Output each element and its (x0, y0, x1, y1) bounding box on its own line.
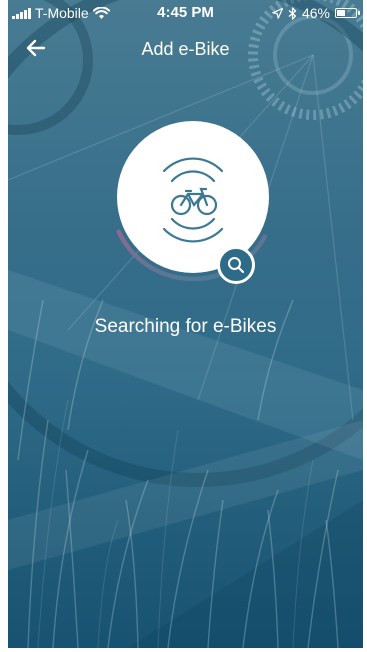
battery-percent: 46% (301, 5, 330, 21)
search-badge (217, 246, 255, 284)
page-title: Add e-Bike (141, 39, 230, 59)
scanner-graphic (104, 112, 274, 292)
battery-fill (337, 10, 345, 16)
bluetooth-icon (288, 6, 297, 20)
nav-bar: Add e-Bike (8, 30, 363, 66)
location-icon (272, 7, 283, 19)
search-icon (228, 257, 245, 274)
battery-icon (335, 8, 360, 18)
status-bar: T-Mobile 4:45 PM 46% (8, 0, 363, 26)
searching-status-text: Searching for e-Bikes (94, 316, 277, 337)
add-ebike-screen: T-Mobile 4:45 PM 46% Add e-Bike Searchin… (8, 0, 363, 648)
status-right: 46% (272, 5, 360, 21)
